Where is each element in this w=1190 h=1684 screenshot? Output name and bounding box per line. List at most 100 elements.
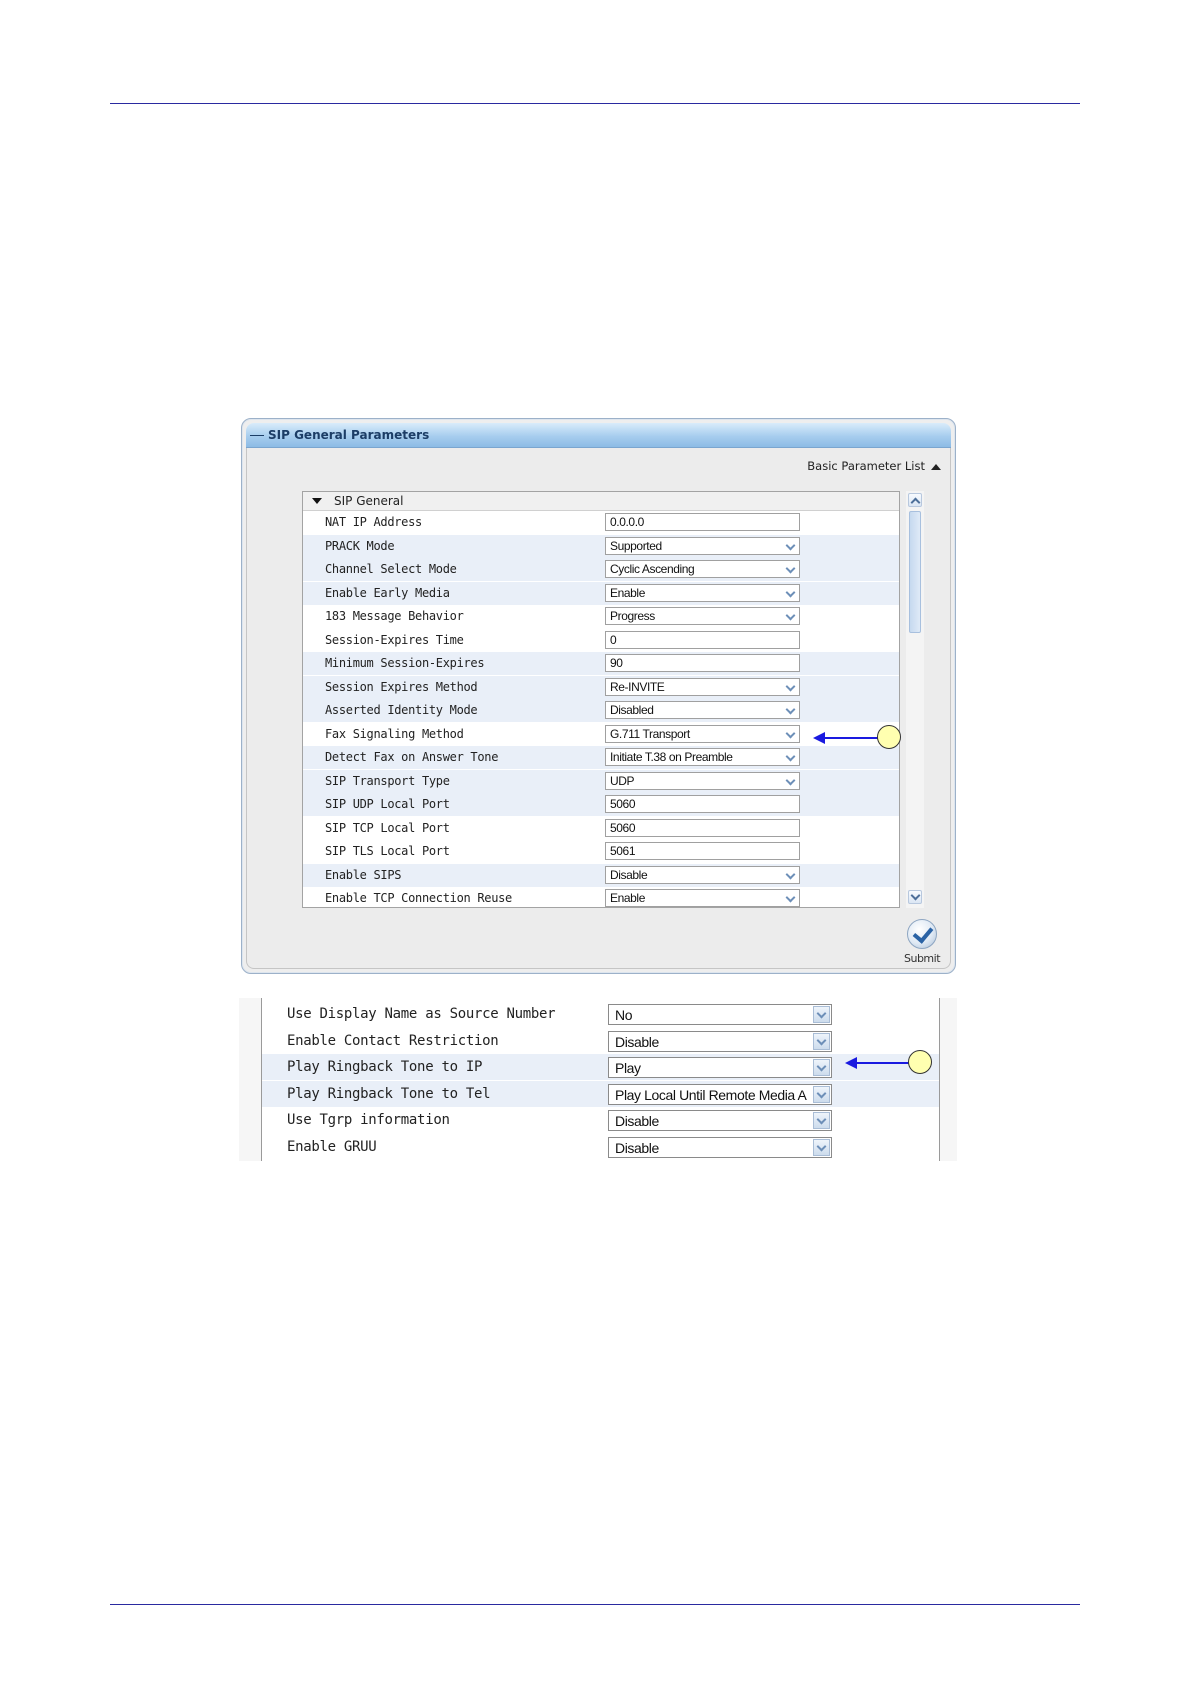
chevron-down-icon bbox=[910, 890, 921, 901]
field-value[interactable]: Disable bbox=[615, 1140, 811, 1156]
enable-tcp-connection-reuse-select[interactable]: Enable bbox=[605, 889, 800, 907]
scroll-up-button[interactable] bbox=[908, 493, 922, 508]
param-row-sip-tcp-local-port: SIP TCP Local Port 5060 bbox=[303, 817, 899, 840]
submit-label[interactable]: Submit bbox=[897, 952, 947, 965]
dropdown-button[interactable] bbox=[784, 750, 798, 764]
enable-sips-select[interactable]: Disable bbox=[605, 865, 800, 884]
field-value[interactable]: Cyclic Ascending bbox=[610, 562, 695, 576]
param-label: Enable Contact Restriction bbox=[287, 1032, 499, 1049]
param-label: Enable TCP Connection Reuse bbox=[325, 891, 512, 905]
chevron-down-icon bbox=[785, 775, 796, 785]
field-value[interactable]: No bbox=[615, 1007, 811, 1023]
field-value[interactable]: 5060 bbox=[610, 797, 636, 811]
dropdown-button[interactable] bbox=[784, 538, 798, 553]
sip-udp-local-port-input[interactable]: 5060 bbox=[605, 795, 800, 813]
fax-signaling-method-select[interactable]: G.711 Transport bbox=[605, 724, 800, 743]
submit-button[interactable]: Submit bbox=[897, 919, 947, 969]
channel-select-mode-select[interactable]: Cyclic Ascending bbox=[605, 560, 800, 578]
dropdown-button[interactable] bbox=[813, 1112, 830, 1129]
dropdown-button[interactable] bbox=[813, 1138, 830, 1156]
dropdown-button[interactable] bbox=[784, 703, 798, 717]
chevron-down-icon bbox=[816, 1035, 827, 1045]
dropdown-button[interactable] bbox=[784, 609, 798, 623]
sip-transport-type-select[interactable]: UDP bbox=[605, 771, 800, 790]
prack-mode-select[interactable]: Supported bbox=[605, 536, 800, 555]
field-value[interactable]: Disabled bbox=[610, 703, 654, 717]
play-ringback-tone-to-ip-select[interactable]: Play bbox=[608, 1057, 832, 1078]
param-row-fax-signaling-method: Fax Signaling Method G.711 Transport bbox=[303, 723, 899, 746]
asserted-identity-mode-select[interactable]: Disabled bbox=[605, 701, 800, 719]
expand-down-icon[interactable] bbox=[312, 498, 322, 504]
dropdown-button[interactable] bbox=[813, 1059, 830, 1076]
field-value[interactable]: 5061 bbox=[610, 844, 636, 858]
param-row-prack-mode: PRACK Mode Supported bbox=[303, 534, 899, 558]
param-label: Play Ringback Tone to IP bbox=[287, 1059, 483, 1075]
field-value[interactable]: Disable bbox=[615, 1034, 811, 1050]
nat-ip-address-input[interactable]: 0.0.0.0 bbox=[605, 513, 800, 531]
param-row-channel-select-mode: Channel Select Mode Cyclic Ascending bbox=[303, 558, 899, 581]
dropdown-button[interactable] bbox=[784, 773, 798, 788]
dropdown-button[interactable] bbox=[784, 585, 798, 600]
dropdown-button[interactable] bbox=[784, 562, 798, 576]
sip-tls-local-port-input[interactable]: 5061 bbox=[605, 842, 800, 860]
dropdown-button[interactable] bbox=[784, 867, 798, 882]
dropdown-button[interactable] bbox=[813, 1085, 830, 1103]
field-value[interactable]: 0.0.0.0 bbox=[610, 515, 644, 529]
callout-marker bbox=[908, 1050, 932, 1074]
param-row-sip-tls-local-port: SIP TLS Local Port 5061 bbox=[303, 840, 899, 863]
dropdown-button[interactable] bbox=[813, 1032, 830, 1050]
field-value[interactable]: Play Local Until Remote Media A bbox=[615, 1087, 811, 1103]
param-label: Channel Select Mode bbox=[325, 562, 457, 576]
field-value[interactable]: Play bbox=[615, 1060, 811, 1076]
field-value[interactable]: Enable bbox=[610, 586, 645, 600]
use-display-name-as-source-number-select[interactable]: No bbox=[608, 1004, 832, 1025]
sip-tcp-local-port-input[interactable]: 5060 bbox=[605, 818, 800, 837]
field-value[interactable]: Enable bbox=[610, 891, 645, 905]
field-value[interactable]: Disable bbox=[615, 1113, 811, 1129]
dropdown-button[interactable] bbox=[784, 726, 798, 741]
field-value[interactable]: Re-INVITE bbox=[610, 680, 665, 694]
param-label: Session-Expires Time bbox=[325, 632, 464, 647]
use-tgrp-information-select[interactable]: Disable bbox=[608, 1110, 832, 1131]
dropdown-button[interactable] bbox=[813, 1006, 830, 1023]
chevron-down-icon bbox=[785, 704, 796, 715]
scroll-down-button[interactable] bbox=[908, 890, 922, 904]
param-row-use-display-name-as-source-number: Use Display Name as Source Number No bbox=[262, 1001, 939, 1027]
session-expires-method-select[interactable]: Re-INVITE bbox=[605, 677, 800, 696]
dropdown-button[interactable] bbox=[784, 679, 798, 694]
scroll-thumb[interactable] bbox=[909, 511, 921, 633]
enable-early-media-select[interactable]: Enable bbox=[605, 583, 800, 602]
enable-gruu-select[interactable]: Disable bbox=[608, 1136, 832, 1158]
collapse-up-icon[interactable] bbox=[931, 463, 941, 470]
vertical-scrollbar[interactable] bbox=[906, 491, 924, 908]
dropdown-button[interactable] bbox=[784, 891, 798, 905]
param-label: Fax Signaling Method bbox=[325, 726, 464, 741]
section-header-sip-general[interactable]: SIP General bbox=[303, 492, 899, 511]
basic-parameter-list-toggle[interactable]: Basic Parameter List bbox=[807, 459, 941, 473]
field-value[interactable]: 5060 bbox=[610, 821, 636, 835]
chevron-down-icon bbox=[785, 587, 796, 597]
param-label: SIP TLS Local Port bbox=[325, 844, 450, 858]
play-ringback-tone-to-tel-select[interactable]: Play Local Until Remote Media A bbox=[608, 1083, 832, 1105]
param-row-session-expires-time: Session-Expires Time 0 bbox=[303, 629, 899, 652]
chevron-down-icon bbox=[785, 610, 796, 621]
enable-contact-restriction-select[interactable]: Disable bbox=[608, 1030, 832, 1052]
submit-check-icon[interactable] bbox=[907, 919, 937, 949]
field-value[interactable]: 0 bbox=[610, 633, 617, 647]
183-message-behavior-select[interactable]: Progress bbox=[605, 607, 800, 625]
session-expires-time-input[interactable]: 0 bbox=[605, 630, 800, 649]
basic-parameter-list-label[interactable]: Basic Parameter List bbox=[807, 459, 925, 473]
field-value[interactable]: UDP bbox=[610, 774, 635, 788]
chevron-down-icon bbox=[816, 1088, 827, 1098]
field-value[interactable]: 90 bbox=[610, 656, 623, 670]
field-value[interactable]: Initiate T.38 on Preamble bbox=[610, 750, 733, 764]
chevron-down-icon bbox=[785, 681, 796, 691]
field-value[interactable]: Progress bbox=[610, 609, 655, 623]
chevron-down-icon bbox=[785, 751, 796, 762]
minimum-session-expires-input[interactable]: 90 bbox=[605, 654, 800, 672]
field-value[interactable]: Supported bbox=[610, 539, 662, 553]
field-value[interactable]: G.711 Transport bbox=[610, 727, 690, 741]
field-value[interactable]: Disable bbox=[610, 868, 648, 882]
section-label: SIP General bbox=[334, 494, 404, 508]
detect-fax-on-answer-tone-select[interactable]: Initiate T.38 on Preamble bbox=[605, 748, 800, 766]
